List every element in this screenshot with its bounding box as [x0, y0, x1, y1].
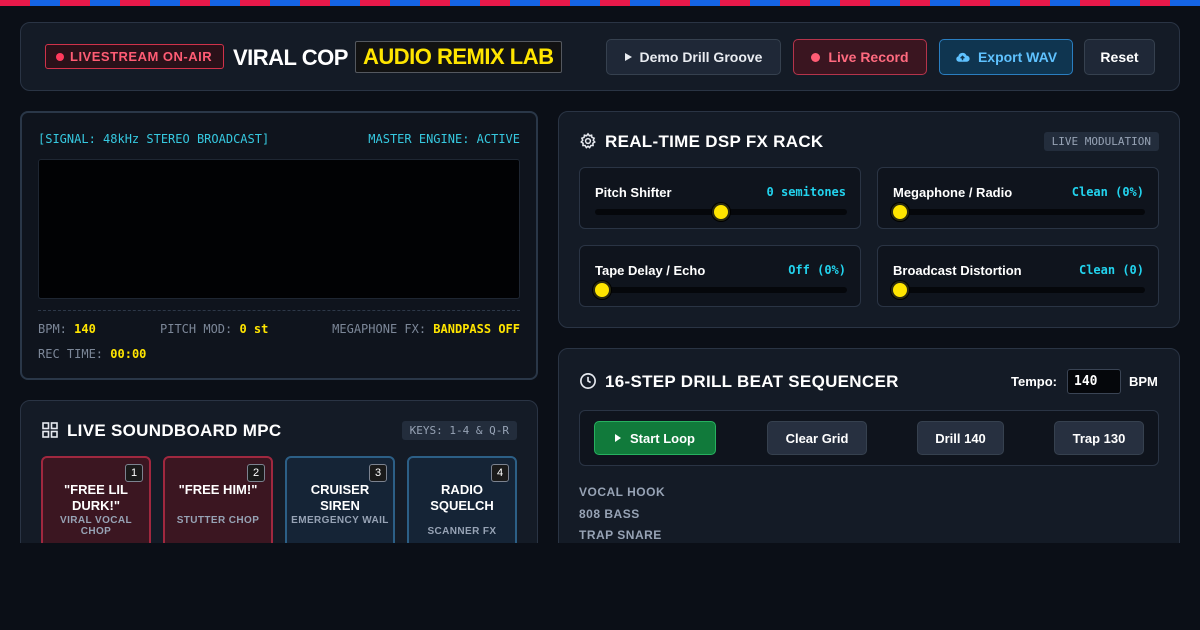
pad-cruiser-siren[interactable]: 3 CRUISER SIREN EMERGENCY WAIL — [285, 456, 395, 543]
start-loop-label: Start Loop — [630, 430, 695, 446]
pitch-stat-label: PITCH MOD: — [160, 322, 233, 336]
fx-broadcast-distortion: Broadcast Distortion Clean (0) — [877, 245, 1159, 307]
app-title-highlight: AUDIO REMIX LAB — [355, 41, 562, 73]
pad-radio-squelch[interactable]: 4 RADIO SQUELCH SCANNER FX — [407, 456, 517, 543]
demo-groove-button[interactable]: Demo Drill Groove — [606, 39, 781, 75]
megaphone-stat-value: BANDPASS OFF — [433, 322, 520, 336]
distortion-slider[interactable] — [891, 281, 1145, 299]
pad-key-badge: 4 — [491, 464, 509, 482]
live-record-label: Live Record — [828, 49, 909, 65]
reset-button[interactable]: Reset — [1084, 39, 1155, 75]
track-label-trap-snare: TRAP SNARE — [579, 528, 662, 542]
pad-subtitle: STUTTER CHOP — [176, 515, 260, 526]
pad-key-badge: 2 — [247, 464, 265, 482]
fx-name: Pitch Shifter — [595, 185, 672, 200]
app-title: VIRAL COP — [233, 45, 348, 70]
clear-grid-button[interactable]: Clear Grid — [767, 421, 867, 455]
pad-name: RADIO SQUELCH — [430, 482, 494, 513]
pad-free-lil-durk[interactable]: 1 "FREE LIL DURK!" VIRAL VOCAL CHOP — [41, 456, 151, 543]
soundboard-title: LIVE SOUNDBOARD MPC — [67, 421, 282, 440]
megaphone-slider[interactable] — [891, 203, 1145, 221]
rec-time-value: 00:00 — [110, 347, 147, 361]
fx-value: Clean (0) — [1078, 263, 1144, 277]
soundboard-panel: LIVE SOUNDBOARD MPC KEYS: 1-4 & Q-R 1 "F… — [20, 400, 538, 543]
bpm-stat: BPM: 140 — [38, 322, 96, 336]
signal-monitor-panel: [SIGNAL: 48kHz STEREO BROADCAST] MASTER … — [20, 111, 538, 380]
fx-megaphone-radio: Megaphone / Radio Clean (0%) — [877, 167, 1159, 229]
pad-name: CRUISER SIREN — [310, 482, 370, 513]
fx-tape-delay: Tape Delay / Echo Off (0%) — [579, 245, 861, 307]
fx-name: Tape Delay / Echo — [595, 263, 706, 278]
cloud-upload-icon — [956, 52, 970, 62]
fx-rack-panel: REAL-TIME DSP FX RACK LIVE MODULATION Pi… — [558, 111, 1180, 328]
pitch-slider[interactable] — [595, 203, 847, 221]
track-label-vocal-hook: VOCAL HOOK — [579, 485, 666, 499]
slider-knob[interactable] — [891, 281, 909, 299]
delay-slider[interactable] — [593, 281, 847, 299]
waveform-display — [38, 159, 520, 299]
onair-badge: LIVESTREAM ON-AIR — [45, 44, 225, 69]
bpm-unit-label: BPM — [1129, 374, 1158, 389]
demo-groove-label: Demo Drill Groove — [639, 49, 763, 65]
app-viewport: LIVESTREAM ON-AIR VIRAL COP AUDIO REMIX … — [0, 6, 1200, 543]
pad-free-him[interactable]: 2 "FREE HIM!" STUTTER CHOP — [163, 456, 273, 543]
rec-time-label: REC TIME: — [38, 347, 104, 361]
fx-value: Clean (0%) — [1071, 185, 1144, 199]
pitch-stat: PITCH MOD: 0 st — [160, 322, 268, 336]
sequencer-panel: 16-STEP DRILL BEAT SEQUENCER Tempo: 140 … — [558, 348, 1180, 543]
megaphone-stat-label: MEGAPHONE FX: — [332, 322, 427, 336]
start-loop-button[interactable]: Start Loop — [594, 421, 716, 455]
trap-130-preset-button[interactable]: Trap 130 — [1054, 421, 1144, 455]
rec-time-stat: REC TIME: 00:00 — [38, 347, 146, 361]
fx-pitch-shifter: Pitch Shifter 0 semitones — [579, 167, 861, 229]
export-wav-button[interactable]: Export WAV — [939, 39, 1073, 75]
bpm-stat-value: 140 — [74, 322, 96, 336]
app-header: LIVESTREAM ON-AIR VIRAL COP AUDIO REMIX … — [20, 22, 1180, 91]
fx-rack-title: REAL-TIME DSP FX RACK — [605, 132, 824, 151]
fx-value: Off (0%) — [788, 263, 846, 277]
pad-name: "FREE LIL DURK!" — [64, 482, 128, 513]
slider-knob[interactable] — [593, 281, 611, 299]
slider-knob[interactable] — [891, 203, 909, 221]
export-wav-label: Export WAV — [977, 49, 1058, 65]
divider — [38, 310, 520, 311]
pad-key-badge: 3 — [369, 464, 387, 482]
play-icon — [624, 53, 632, 61]
drill-140-preset-button[interactable]: Drill 140 — [917, 421, 1004, 455]
signal-readout: [SIGNAL: 48kHz STEREO BROADCAST] — [38, 132, 270, 146]
engine-status: MASTER ENGINE: ACTIVE — [368, 132, 520, 146]
fx-value: 0 semitones — [766, 185, 846, 199]
onair-label: LIVESTREAM ON-AIR — [70, 49, 213, 64]
grid-icon — [42, 422, 58, 438]
pitch-stat-value: 0 st — [239, 322, 269, 336]
fx-name: Megaphone / Radio — [893, 185, 1013, 200]
pad-subtitle: SCANNER FX — [427, 526, 497, 537]
record-icon — [811, 52, 821, 62]
live-record-button[interactable]: Live Record — [793, 39, 927, 75]
bpm-stat-label: BPM: — [38, 322, 67, 336]
live-modulation-tag: LIVE MODULATION — [1043, 132, 1159, 151]
clock-icon — [580, 373, 596, 389]
pad-key-badge: 1 — [125, 464, 143, 482]
tempo-input[interactable]: 140 — [1067, 369, 1121, 394]
sequencer-controls: Start Loop Clear Grid Drill 140 Trap 130 — [579, 410, 1159, 466]
pad-subtitle: EMERGENCY WAIL — [291, 515, 389, 526]
tempo-label: Tempo: — [1011, 374, 1057, 389]
track-label-808-bass: 808 BASS — [579, 507, 640, 521]
play-icon — [615, 434, 621, 442]
keys-tag: KEYS: 1-4 & Q-R — [401, 421, 517, 440]
megaphone-stat: MEGAPHONE FX: BANDPASS OFF — [332, 322, 520, 336]
sequencer-title: 16-STEP DRILL BEAT SEQUENCER — [605, 372, 899, 391]
slider-knob[interactable] — [712, 203, 730, 221]
fx-name: Broadcast Distortion — [893, 263, 1022, 278]
gear-icon — [580, 132, 596, 149]
pad-name: "FREE HIM!" — [178, 482, 258, 497]
live-dot-icon — [56, 53, 64, 61]
pad-subtitle: VIRAL VOCAL CHOP — [60, 515, 132, 537]
